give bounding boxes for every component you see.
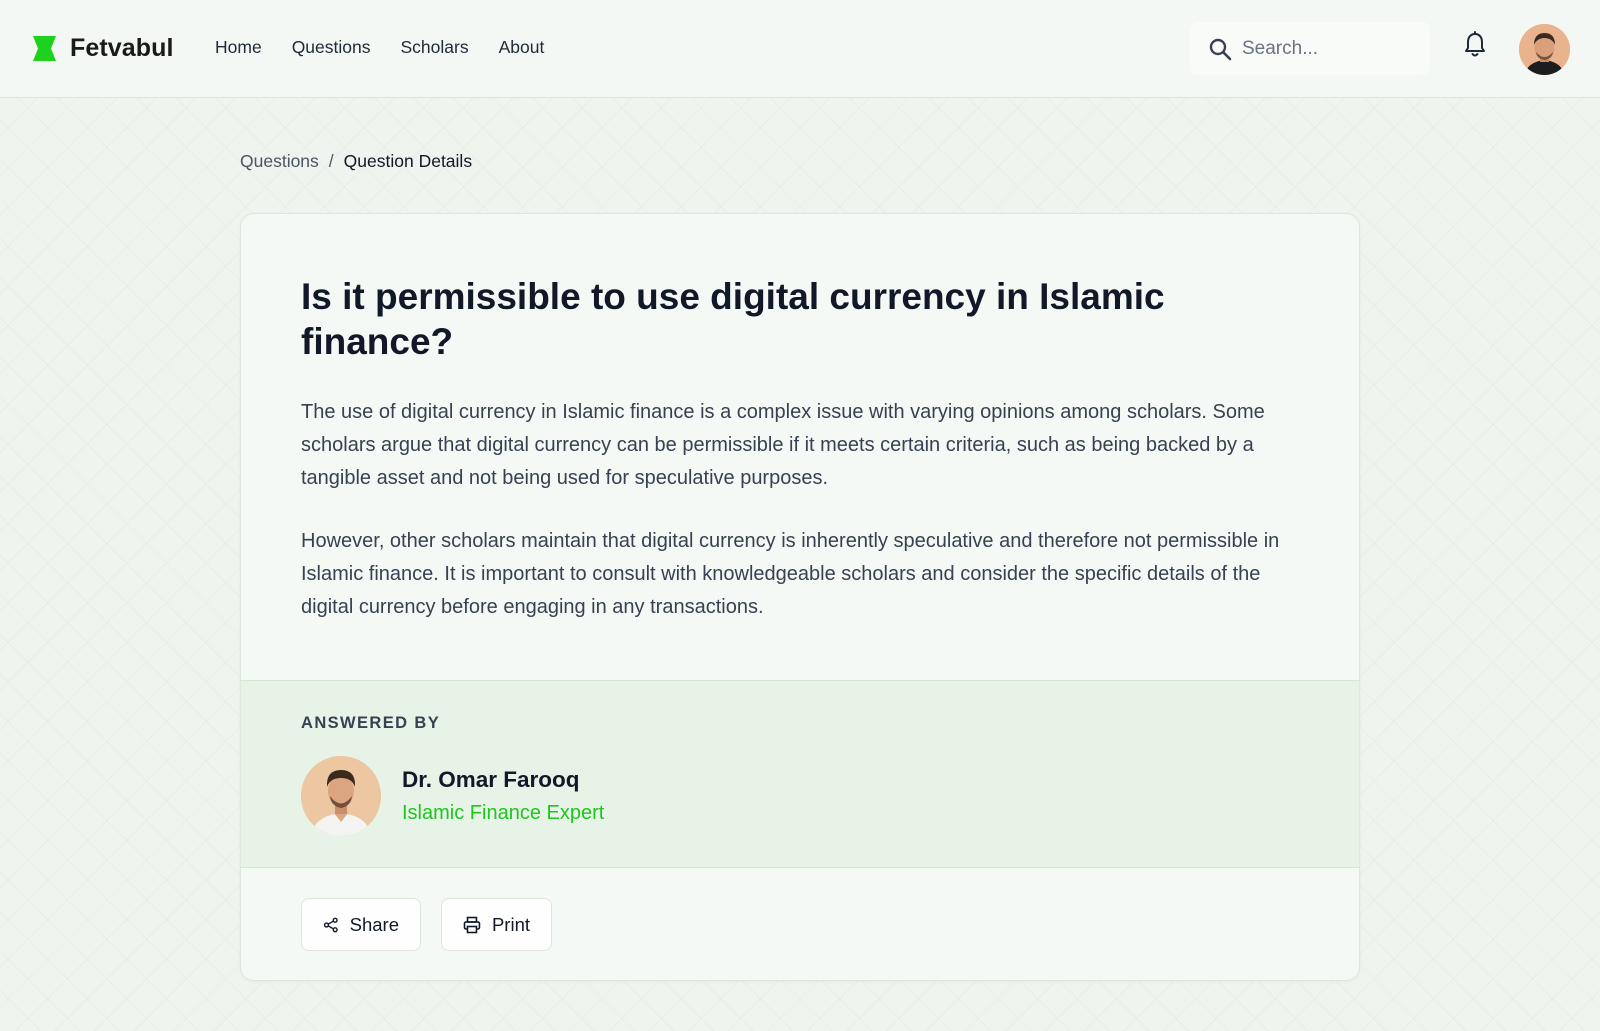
main-nav: Home Questions Scholars About xyxy=(215,37,574,58)
search-icon xyxy=(1209,38,1232,60)
brand-name: Fetvabul xyxy=(70,34,174,62)
nav-home[interactable]: Home xyxy=(215,37,262,58)
brand-logo[interactable]: Fetvabul xyxy=(33,34,174,63)
search-box[interactable] xyxy=(1190,22,1430,75)
share-button-label: Share xyxy=(349,913,399,935)
nav-scholars[interactable]: Scholars xyxy=(400,37,468,58)
question-actions: Share Print xyxy=(301,898,572,951)
nav-questions[interactable]: Questions xyxy=(292,37,371,58)
breadcrumb-questions-link[interactable]: Questions xyxy=(240,151,319,172)
search-input[interactable] xyxy=(1242,37,1422,60)
user-avatar[interactable] xyxy=(1519,24,1570,75)
answer-body: The use of digital currency in Islamic f… xyxy=(301,396,1291,624)
scholar-name[interactable]: Dr. Omar Farooq xyxy=(402,767,580,793)
bell-icon[interactable] xyxy=(1463,31,1487,59)
share-icon xyxy=(323,917,338,932)
scholar-avatar[interactable] xyxy=(301,756,381,836)
scholar-title: Islamic Finance Expert xyxy=(402,802,605,824)
answer-paragraph: However, other scholars maintain that di… xyxy=(301,530,1280,618)
share-button[interactable]: Share xyxy=(301,898,421,951)
user-avatar-image xyxy=(1519,24,1570,75)
logo-icon xyxy=(33,36,56,61)
answer-paragraph: The use of digital currency in Islamic f… xyxy=(301,401,1265,489)
breadcrumb-separator: / xyxy=(328,151,334,171)
top-navigation-bar: Fetvabul Home Questions Scholars About xyxy=(0,0,1600,98)
question-title: Is it permissible to use digital currenc… xyxy=(301,276,1165,362)
print-button-label: Print xyxy=(491,913,530,935)
nav-about[interactable]: About xyxy=(499,37,545,58)
question-card: Is it permissible to use digital currenc… xyxy=(240,213,1360,981)
answered-by-section: ANSWERED BY Dr. Omar Farooq Islamic Fina… xyxy=(241,680,1359,868)
scholar-avatar-image xyxy=(301,756,381,836)
breadcrumb: Questions / Question Details xyxy=(240,151,472,172)
answered-by-label: ANSWERED BY xyxy=(301,714,441,732)
breadcrumb-current: Question Details xyxy=(343,151,473,171)
print-button[interactable]: Print xyxy=(441,898,552,951)
printer-icon xyxy=(463,916,481,933)
